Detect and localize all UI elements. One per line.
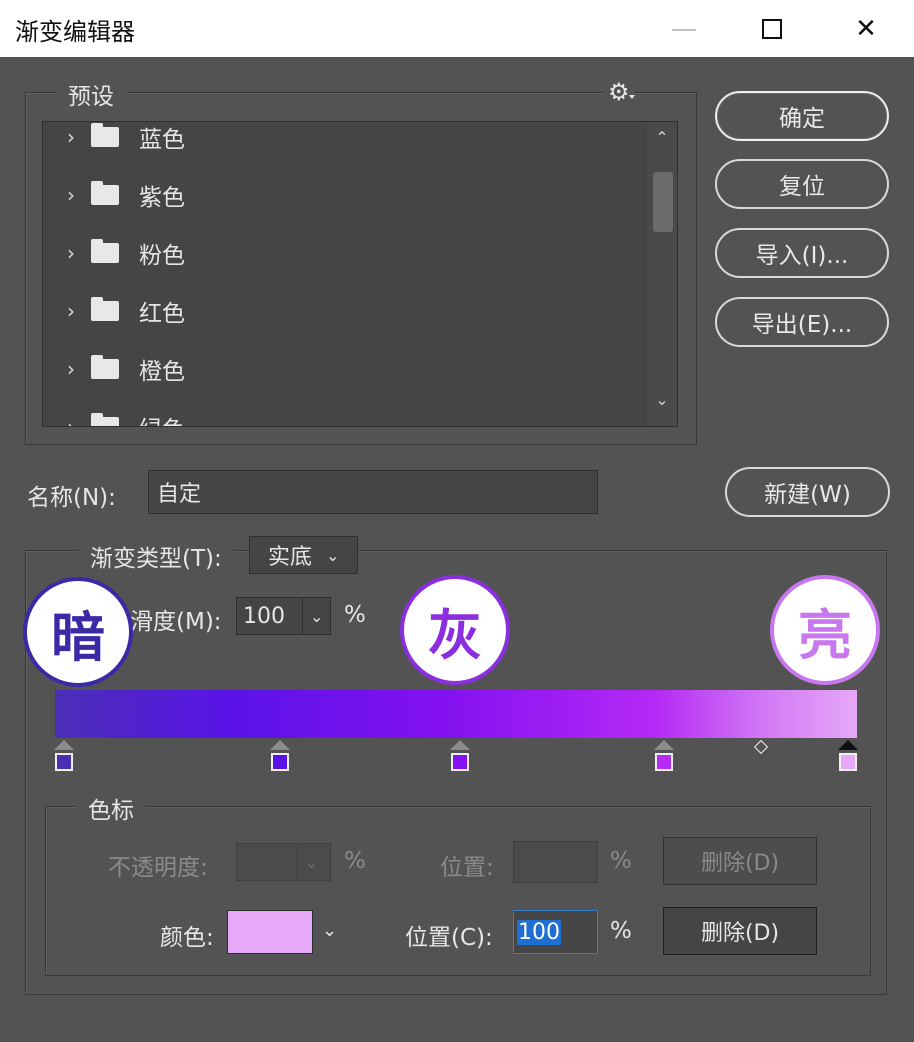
folder-icon <box>91 413 119 426</box>
close-button[interactable]: ✕ <box>820 0 912 57</box>
maximize-icon <box>762 18 782 39</box>
preset-folder-red[interactable]: › 红色 <box>43 282 643 340</box>
preset-folder-label: 紫色 <box>139 185 185 211</box>
folder-icon <box>91 297 119 321</box>
gradient-preview-bar[interactable] <box>55 690 857 738</box>
color-stop-pointer[interactable] <box>54 740 74 750</box>
color-position-input[interactable]: 100 <box>513 910 598 954</box>
gray-badge-text: 灰 <box>428 603 482 667</box>
preset-folder-green[interactable]: › 绿色 <box>43 398 643 426</box>
folder-icon <box>91 123 119 147</box>
preset-folder-label: 粉色 <box>139 243 185 269</box>
reset-button[interactable]: 复位 <box>715 159 889 209</box>
chevron-down-icon: ⌄ <box>297 844 325 880</box>
chevron-down-icon: ⌄ <box>326 545 340 565</box>
color-stops-track[interactable] <box>54 740 858 776</box>
preset-folder-label: 蓝色 <box>139 127 185 153</box>
opacity-unit: % <box>344 848 366 874</box>
opacity-combobox: ⌄ <box>236 843 331 881</box>
chevron-right-icon[interactable]: › <box>51 125 91 149</box>
color-stop-2[interactable] <box>450 753 469 771</box>
chevron-down-icon[interactable]: ⌄ <box>322 920 337 941</box>
chevron-down-icon[interactable]: ⌄ <box>302 598 330 634</box>
gray-badge: 灰 <box>400 575 510 685</box>
presets-legend: 预设 <box>56 77 126 111</box>
opacity-position-input <box>513 841 598 883</box>
gradient-type-value: 实底 <box>268 545 313 570</box>
scroll-up-icon[interactable]: ⌃ <box>647 128 677 154</box>
color-position-label: 位置(C): <box>405 925 493 951</box>
color-stop-pointer[interactable] <box>269 740 290 750</box>
dark-badge: 暗 <box>23 577 133 687</box>
maximize-button[interactable] <box>726 0 818 57</box>
color-stop-pointer[interactable] <box>449 740 470 750</box>
color-stop-3[interactable] <box>654 753 673 771</box>
scroll-down-icon[interactable]: ⌄ <box>647 390 677 416</box>
smoothness-unit: % <box>344 602 366 628</box>
preset-folder-label: 绿色 <box>139 410 185 426</box>
new-button[interactable]: 新建(W) <box>725 467 890 517</box>
chevron-right-icon[interactable]: › <box>51 357 91 381</box>
color-stop-0[interactable] <box>55 753 73 771</box>
chevron-right-icon[interactable]: › <box>51 183 91 207</box>
color-stop-pointer[interactable] <box>653 740 674 750</box>
dark-badge-text: 暗 <box>51 605 105 669</box>
color-stop-1[interactable] <box>270 753 289 771</box>
folder-icon <box>91 355 119 379</box>
opacity-position-unit: % <box>610 848 632 874</box>
gradient-type-dropdown[interactable]: 实底 ⌄ <box>249 536 358 574</box>
delete-color-stop-button[interactable]: 删除(D) <box>663 907 817 955</box>
color-stop-pointer[interactable] <box>838 740 858 750</box>
chevron-right-icon[interactable]: › <box>51 415 91 426</box>
gear-dropdown-icon[interactable] <box>629 95 635 99</box>
preset-folder-orange[interactable]: › 橙色 <box>43 340 643 398</box>
smoothness-value[interactable]: 100 <box>243 604 302 629</box>
opacity-label: 不透明度: <box>108 855 208 881</box>
close-icon: ✕ <box>855 13 877 44</box>
window-title: 渐变编辑器 <box>15 18 135 46</box>
folder-icon <box>91 181 119 205</box>
chevron-right-icon[interactable]: › <box>51 241 91 265</box>
preset-folder-blue[interactable]: › 蓝色 <box>43 122 643 166</box>
minimize-icon: — <box>671 13 697 44</box>
light-badge: 亮 <box>770 575 880 685</box>
import-button[interactable]: 导入(I)... <box>715 228 889 278</box>
delete-opacity-stop-button: 删除(D) <box>663 837 817 885</box>
name-label: 名称(N): <box>27 485 116 511</box>
color-position-value[interactable]: 100 <box>517 919 561 945</box>
preset-folder-purple[interactable]: › 紫色 <box>43 166 643 224</box>
chevron-right-icon[interactable]: › <box>51 299 91 323</box>
gradient-type-label: 渐变类型(T): <box>78 539 234 573</box>
preset-scrollbar[interactable]: ⌃ ⌄ <box>647 122 677 426</box>
folder-icon <box>91 239 119 263</box>
title-bar: 渐变编辑器 — ✕ <box>0 0 914 57</box>
color-swatch[interactable] <box>227 910 313 954</box>
name-input[interactable]: 自定 <box>148 470 598 514</box>
scroll-thumb[interactable] <box>653 172 673 232</box>
preset-folder-label: 红色 <box>139 301 185 327</box>
color-position-unit: % <box>610 918 632 944</box>
minimize-button[interactable]: — <box>638 0 730 57</box>
smoothness-label: 滑度(M): <box>130 609 222 635</box>
stops-legend: 色标 <box>76 791 146 825</box>
smoothness-combobox[interactable]: 100 ⌄ <box>236 597 331 635</box>
preset-folder-label: 橙色 <box>139 359 185 385</box>
preset-folder-pink[interactable]: › 粉色 <box>43 224 643 282</box>
export-button[interactable]: 导出(E)... <box>715 297 889 347</box>
opacity-position-label: 位置: <box>440 855 494 881</box>
light-badge-text: 亮 <box>798 603 852 667</box>
preset-list[interactable]: › 蓝色 › 紫色 › 粉色 › 红色 › 橙色 › 绿色 ⌃ ⌄ <box>42 121 678 427</box>
color-stop-4[interactable] <box>839 753 857 771</box>
gear-icon[interactable]: ⚙ <box>604 78 634 106</box>
color-label: 颜色: <box>160 925 214 951</box>
ok-button[interactable]: 确定 <box>715 91 889 141</box>
